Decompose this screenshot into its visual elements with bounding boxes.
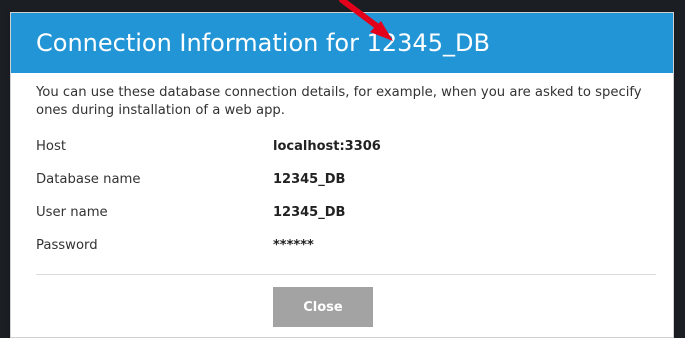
connection-details: Host localhost:3306 Database name 12345_… <box>36 139 656 271</box>
dialog-divider <box>36 274 656 275</box>
database-name-value: 12345_DB <box>273 172 346 187</box>
password-value: ****** <box>273 238 314 253</box>
dialog-description: You can use these database connection de… <box>36 85 642 118</box>
host-label: Host <box>36 139 67 154</box>
password-row: Password ****** <box>36 238 656 271</box>
password-label: Password <box>36 238 98 253</box>
close-button[interactable]: Close <box>273 287 373 327</box>
connection-info-dialog: Connection Information for 12345_DB You … <box>10 12 674 338</box>
host-value: localhost:3306 <box>273 139 381 154</box>
user-name-row: User name 12345_DB <box>36 205 656 238</box>
user-name-label: User name <box>36 205 108 220</box>
host-row: Host localhost:3306 <box>36 139 656 172</box>
user-name-value: 12345_DB <box>273 205 346 220</box>
dialog-title: Connection Information for 12345_DB <box>36 29 490 57</box>
screen: Connection Information for 12345_DB You … <box>0 0 685 338</box>
dialog-header: Connection Information for 12345_DB <box>11 13 673 73</box>
database-name-row: Database name 12345_DB <box>36 172 656 205</box>
database-name-label: Database name <box>36 172 141 187</box>
